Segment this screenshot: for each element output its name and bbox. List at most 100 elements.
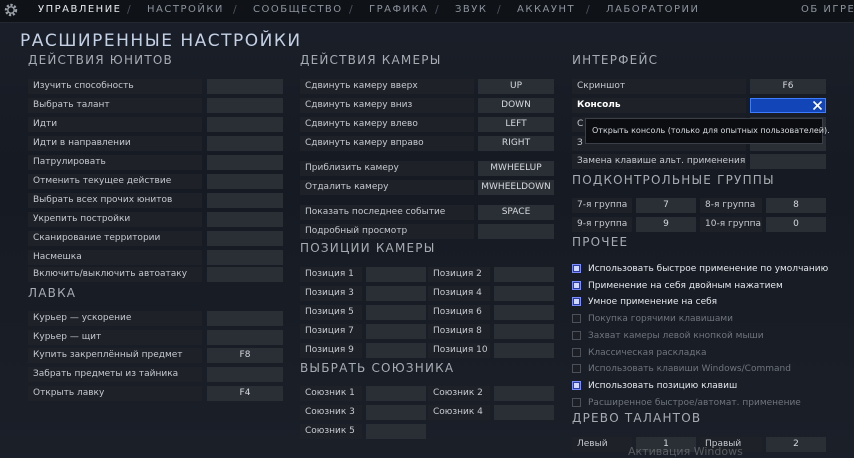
binding-label: Купить закреплённый предмет bbox=[28, 348, 202, 363]
tab-labs[interactable]: ЛАБОРАТОРИИ bbox=[606, 4, 699, 15]
keybind-button[interactable]: F4 bbox=[207, 386, 283, 401]
nav-separator: / bbox=[233, 3, 237, 16]
keybind-button[interactable] bbox=[366, 343, 426, 358]
binding-label: Позиция 2 bbox=[428, 267, 490, 282]
binding-label: Союзник 5 bbox=[300, 424, 362, 439]
checkbox[interactable] bbox=[572, 264, 581, 273]
keybind-button[interactable] bbox=[207, 267, 283, 282]
binding-label: Включить/выключить автоатаку bbox=[28, 267, 202, 282]
binding-label: Идти в направлении bbox=[28, 136, 202, 151]
keybind-button[interactable] bbox=[207, 79, 283, 94]
keybind-button[interactable] bbox=[207, 311, 283, 326]
keybind-button[interactable]: 7 bbox=[636, 198, 696, 213]
keybind-button[interactable]: 0 bbox=[766, 217, 826, 232]
keybind-button[interactable] bbox=[478, 224, 554, 239]
keybind-button[interactable] bbox=[207, 212, 283, 227]
section-title-control-groups: ПОДКОНТРОЛЬНЫЕ ГРУППЫ bbox=[572, 173, 775, 187]
nav-separator: / bbox=[497, 3, 501, 16]
tab-settings[interactable]: НАСТРОЙКИ bbox=[147, 4, 224, 15]
checkbox-label: Умное применение на себя bbox=[588, 297, 718, 307]
binding-label: Позиция 10 bbox=[428, 343, 490, 358]
keybind-button[interactable] bbox=[207, 174, 283, 189]
keybind-button[interactable]: 2 bbox=[766, 437, 826, 452]
keybind-button[interactable]: DOWN bbox=[478, 98, 554, 113]
gear-icon[interactable] bbox=[3, 2, 19, 18]
checkbox[interactable] bbox=[572, 364, 581, 373]
nav-separator: / bbox=[349, 3, 353, 16]
checkbox[interactable] bbox=[572, 314, 581, 323]
binding-label: Отменить текущее действие bbox=[28, 174, 202, 189]
keybind-button[interactable] bbox=[366, 305, 426, 320]
binding-label: Замена клавише альт. применения bbox=[572, 154, 746, 169]
binding-label: Изучить способность bbox=[28, 79, 202, 94]
checkbox[interactable] bbox=[572, 348, 581, 357]
checkbox[interactable] bbox=[572, 398, 581, 407]
keybind-button[interactable]: LEFT bbox=[478, 117, 554, 132]
keybind-button[interactable] bbox=[366, 386, 426, 401]
binding-label: Позиция 4 bbox=[428, 286, 490, 301]
binding-label: Сдвинуть камеру вниз bbox=[300, 98, 474, 113]
checkbox[interactable] bbox=[572, 281, 581, 290]
keybind-button[interactable] bbox=[494, 286, 554, 301]
keybind-button[interactable] bbox=[366, 405, 426, 420]
binding-label: Забрать предметы из тайника bbox=[28, 367, 202, 382]
keybind-button[interactable] bbox=[207, 367, 283, 382]
checkbox[interactable] bbox=[572, 381, 581, 390]
keybind-button[interactable] bbox=[366, 424, 426, 439]
tab-about[interactable]: ОБ ИГРЕ bbox=[801, 4, 854, 15]
tab-controls[interactable]: УПРАВЛЕНИЕ bbox=[38, 4, 122, 15]
tab-community[interactable]: СООБЩЕСТВО bbox=[253, 4, 343, 15]
keybind-button[interactable] bbox=[750, 154, 826, 169]
binding-label: Идти bbox=[28, 117, 202, 132]
keybind-button[interactable] bbox=[366, 267, 426, 282]
top-nav-bar: УПРАВЛЕНИЕ / НАСТРОЙКИ / СООБЩЕСТВО / ГР… bbox=[0, 0, 854, 23]
section-title-talent-tree: ДРЕВО ТАЛАНТОВ bbox=[572, 411, 702, 425]
checkbox[interactable] bbox=[572, 331, 581, 340]
keybind-button[interactable] bbox=[207, 250, 283, 265]
keybind-button[interactable] bbox=[494, 405, 554, 420]
keybind-button[interactable] bbox=[494, 324, 554, 339]
windows-activation-watermark: Активация Windows bbox=[628, 445, 743, 458]
checkbox-label: Расширенное быстрое/автомат. применение bbox=[588, 398, 801, 408]
keybind-button[interactable] bbox=[494, 386, 554, 401]
keybind-button[interactable] bbox=[366, 286, 426, 301]
keybind-button[interactable]: MWHEELUP bbox=[478, 161, 554, 176]
binding-label: Сдвинуть камеру вверх bbox=[300, 79, 474, 94]
binding-label: Позиция 5 bbox=[300, 305, 362, 320]
tab-account[interactable]: АККАУНТ bbox=[517, 4, 575, 15]
keybind-button[interactable]: SPACE bbox=[478, 205, 554, 220]
tab-graphics[interactable]: ГРАФИКА bbox=[369, 4, 429, 15]
binding-label: Подробный просмотр bbox=[300, 224, 474, 239]
binding-label: Союзник 4 bbox=[428, 405, 490, 420]
keybind-button[interactable] bbox=[207, 98, 283, 113]
section-title-camera-positions: ПОЗИЦИИ КАМЕРЫ bbox=[300, 241, 436, 255]
keybind-button[interactable]: F8 bbox=[207, 348, 283, 363]
keybind-button[interactable]: RIGHT bbox=[478, 136, 554, 151]
keybind-button[interactable] bbox=[207, 155, 283, 170]
keybind-button[interactable] bbox=[207, 330, 283, 345]
keybind-button[interactable] bbox=[366, 324, 426, 339]
binding-label: Позиция 6 bbox=[428, 305, 490, 320]
checkbox-label: Покупка горячими клавишами bbox=[588, 314, 734, 324]
keybind-button[interactable]: MWHEELDOWN bbox=[478, 180, 554, 195]
keybind-capture-field[interactable] bbox=[750, 98, 826, 113]
keybind-button[interactable] bbox=[207, 136, 283, 151]
keybind-button[interactable]: F6 bbox=[750, 79, 826, 94]
keybind-button[interactable]: UP bbox=[478, 79, 554, 94]
keybind-button[interactable] bbox=[494, 343, 554, 358]
binding-label: Сдвинуть камеру влево bbox=[300, 117, 474, 132]
checkbox-label: Использовать клавиши Windows/Command bbox=[588, 364, 791, 374]
keybind-button[interactable] bbox=[207, 117, 283, 132]
binding-label: Сдвинуть камеру вправо bbox=[300, 136, 474, 151]
checkbox[interactable] bbox=[572, 297, 581, 306]
keybind-button[interactable] bbox=[207, 231, 283, 246]
checkbox-label: Применение на себя двойным нажатием bbox=[588, 281, 783, 291]
keybind-button[interactable] bbox=[494, 305, 554, 320]
binding-label: Консоль bbox=[572, 98, 746, 113]
close-icon[interactable] bbox=[812, 100, 823, 111]
keybind-button[interactable] bbox=[494, 267, 554, 282]
tab-sound[interactable]: ЗВУК bbox=[455, 4, 487, 15]
keybind-button[interactable]: 9 bbox=[636, 217, 696, 232]
keybind-button[interactable]: 8 bbox=[766, 198, 826, 213]
keybind-button[interactable] bbox=[207, 193, 283, 208]
